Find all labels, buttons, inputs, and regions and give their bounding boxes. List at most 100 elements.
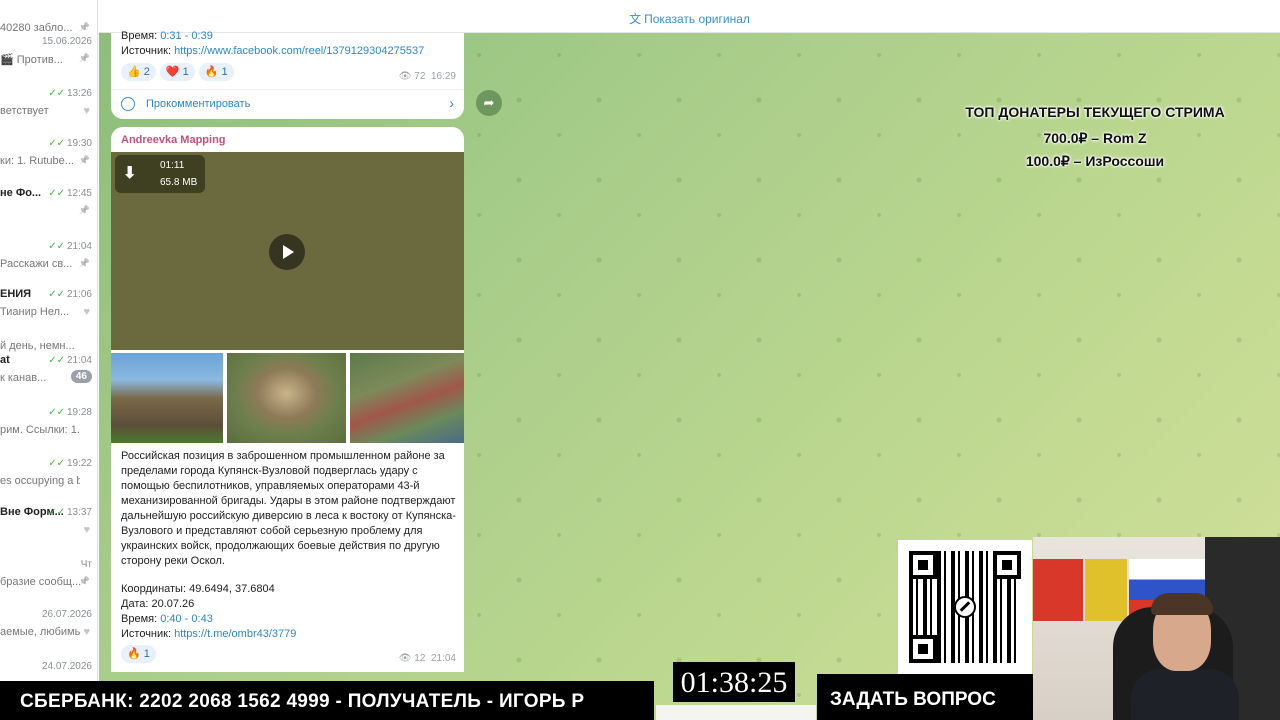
read-check-icon: ✓✓ (48, 188, 65, 199)
qr-code (898, 540, 1032, 674)
donaters-title: ТОП ДОНАТЕРЫ ТЕКУЩЕГО СТРИМА (965, 104, 1225, 120)
chat-list-item[interactable]: не Фо... ✓✓ 12:45 📌 (0, 183, 97, 235)
chat-list-item[interactable]: ✓✓ 19:30 ки: 1. Rutube... 📌 (0, 133, 97, 185)
donater-entry: 700.0₽ – Rom Z (1043, 130, 1147, 146)
message-post: Время: 0:31 - 0:39 Источник: https://www… (111, 30, 464, 119)
donation-banner: СБЕРБАНК: 2202 2068 1562 4999 - ПОЛУЧАТЕ… (0, 681, 654, 720)
chat-name: at (0, 354, 10, 366)
chat-time: ✓✓ 19:30 (48, 138, 92, 149)
source-link[interactable]: https://www.facebook.com/reel/1379129304… (174, 45, 424, 57)
qr-finder (909, 551, 937, 579)
source-line: Источник: https://t.me/ombr43/3779 (121, 628, 297, 640)
translate-icon: 文 (629, 12, 642, 26)
photo-thumbnail[interactable] (111, 353, 223, 443)
timer-underline (656, 705, 816, 720)
forward-icon: ➦ (483, 95, 495, 110)
message-author[interactable]: Andreevka Mapping (121, 134, 226, 146)
video-duration: 01:11 (160, 160, 185, 171)
chat-list-item[interactable]: ✓✓ 13:26 ветствует ♥ (0, 83, 97, 135)
qr-pattern (909, 551, 1021, 663)
download-icon[interactable]: ⬇ (123, 163, 136, 183)
chat-preview: рим. Ссылки: 1... (0, 424, 80, 436)
chat-time: ✓✓ 21:06 (48, 289, 92, 300)
chat-list-item[interactable]: Вне Форм... ✓✓ 13:37 ♥ (0, 502, 97, 554)
read-check-icon: ✓✓ (48, 458, 65, 469)
forward-button[interactable]: ➦ (476, 90, 502, 116)
reaction-thumbs-up[interactable]: 👍 2 (121, 63, 156, 81)
heart-icon: ♥ (83, 626, 90, 638)
chat-preview: es occupying a b... (0, 475, 80, 487)
read-check-icon: ✓✓ (48, 88, 65, 99)
chat-time: ✓✓ 19:22 (48, 458, 92, 469)
views-icon: 👁 (398, 653, 412, 664)
show-original-button[interactable]: 文 Показать оригинал (99, 10, 1280, 27)
pin-icon: 📌 (78, 258, 90, 268)
chat-time: ✓✓ 21:04 (48, 355, 92, 366)
chat-preview: Расскажи св... (0, 258, 73, 270)
play-icon[interactable] (269, 234, 305, 270)
pin-icon: 📌 (78, 205, 90, 215)
pin-icon: 📌 (78, 155, 90, 165)
source-line: Источник: https://www.facebook.com/reel/… (121, 45, 425, 57)
heart-icon: ♥ (83, 306, 90, 318)
video-size: 65.8 MB (160, 177, 198, 188)
chat-list-item[interactable]: 15.06.2026 🎬 Против... 📌 (0, 31, 97, 83)
flag (1033, 559, 1083, 621)
chat-time: 15.06.2026 (41, 36, 92, 47)
chat-time: ✓✓ 21:04 (48, 241, 92, 252)
chat-time: 26.07.2026 (41, 609, 92, 620)
chat-list-item[interactable]: ✓✓ 19:28 рим. Ссылки: 1... (0, 402, 97, 454)
bank-details: СБЕРБАНК: 2202 2068 1562 4999 - ПОЛУЧАТЕ… (20, 691, 585, 712)
read-check-icon: ✓✓ (48, 355, 65, 366)
views-count: 72 (414, 71, 426, 82)
chat-preview: Тианир Нел... (0, 306, 70, 318)
coordinates: Координаты: 49.6494, 37.6804 (121, 583, 275, 595)
read-check-icon: ✓✓ (48, 407, 65, 418)
streamer-body (1131, 669, 1239, 720)
qr-logo-icon (954, 596, 976, 618)
chat-time: ✓✓ 19:28 (48, 407, 92, 418)
pin-icon: 📌 (78, 576, 90, 586)
chat-list-item[interactable]: at ✓✓ 21:04 к канав... 46 (0, 350, 97, 402)
stream-timer: 01:38:25 (673, 662, 795, 702)
chat-preview: 🎬 Против... (0, 54, 63, 66)
reactions: 👍 2 ❤️ 1 🔥 1 (121, 63, 234, 81)
chat-time: ✓✓ 12:45 (48, 188, 92, 199)
chat-list-item[interactable]: Чт бразие сообщ... 📌 (0, 554, 97, 606)
chat-list-item[interactable]: 26.07.2026 аемые, любимы...♥ (0, 604, 97, 656)
chat-preview: аемые, любимы... (0, 626, 80, 638)
chat-list-item[interactable]: ✓✓19:22 es occupying a b... (0, 453, 97, 505)
chat-header-line: Вне Форм... ✓✓ 13:37 (0, 506, 92, 520)
chat-header-line: ✓✓ 13:26 (0, 87, 92, 101)
donater-entry: 100.0₽ – ИзРоссоши (1025, 153, 1165, 169)
video-info: ⬇ 01:11 65.8 MB (115, 155, 205, 193)
reaction-heart[interactable]: ❤️ 1 (159, 63, 195, 81)
qr-finder (909, 635, 937, 663)
chat-header-line: Чт (0, 558, 92, 572)
timecode-link[interactable]: 0:40 - 0:43 (160, 613, 213, 625)
chat-header-line: 26.07.2026 (0, 608, 92, 622)
photo-thumbnail[interactable] (227, 353, 346, 443)
chat-header-line: ✓✓ 19:28 (0, 406, 92, 420)
date: Дата: 20.07.26 (121, 598, 195, 610)
video-preview[interactable]: ⬇ 01:11 65.8 MB (111, 152, 464, 350)
chat-header-line: at ✓✓ 21:04 (0, 354, 92, 368)
translation-bar: 文 Показать оригинал (99, 0, 1280, 33)
read-check-icon: ✓✓ (48, 241, 65, 252)
unread-badge: 46 (70, 370, 92, 383)
reaction-fire[interactable]: 🔥 1 (121, 645, 156, 663)
webcam-feed (1033, 537, 1280, 720)
message-meta: 👁 12 21:04 (399, 653, 456, 664)
heart-icon: ♥ (83, 105, 90, 117)
timecode-link[interactable]: 0:31 - 0:39 (160, 30, 213, 42)
message-post: Andreevka Mapping ⬇ 01:11 65.8 MB Россий… (111, 127, 464, 672)
chat-list-item[interactable]: ✓✓ 21:04 Расскажи св... 📌 (0, 236, 97, 288)
chevron-right-icon: › (449, 95, 454, 111)
comment-button[interactable]: Прокомментировать › (111, 89, 464, 119)
chat-list-sidebar: 40280 забло... 📌 15.06.2026 🎬 Против... 📌 ✓✓ 1… (0, 0, 98, 720)
chat-time: ✓✓ 13:37 (48, 507, 92, 518)
photo-thumbnail[interactable] (350, 353, 464, 443)
reaction-fire[interactable]: 🔥 1 (198, 63, 234, 81)
source-link[interactable]: https://t.me/ombr43/3779 (174, 628, 296, 640)
message-time: 16:29 (430, 71, 456, 82)
